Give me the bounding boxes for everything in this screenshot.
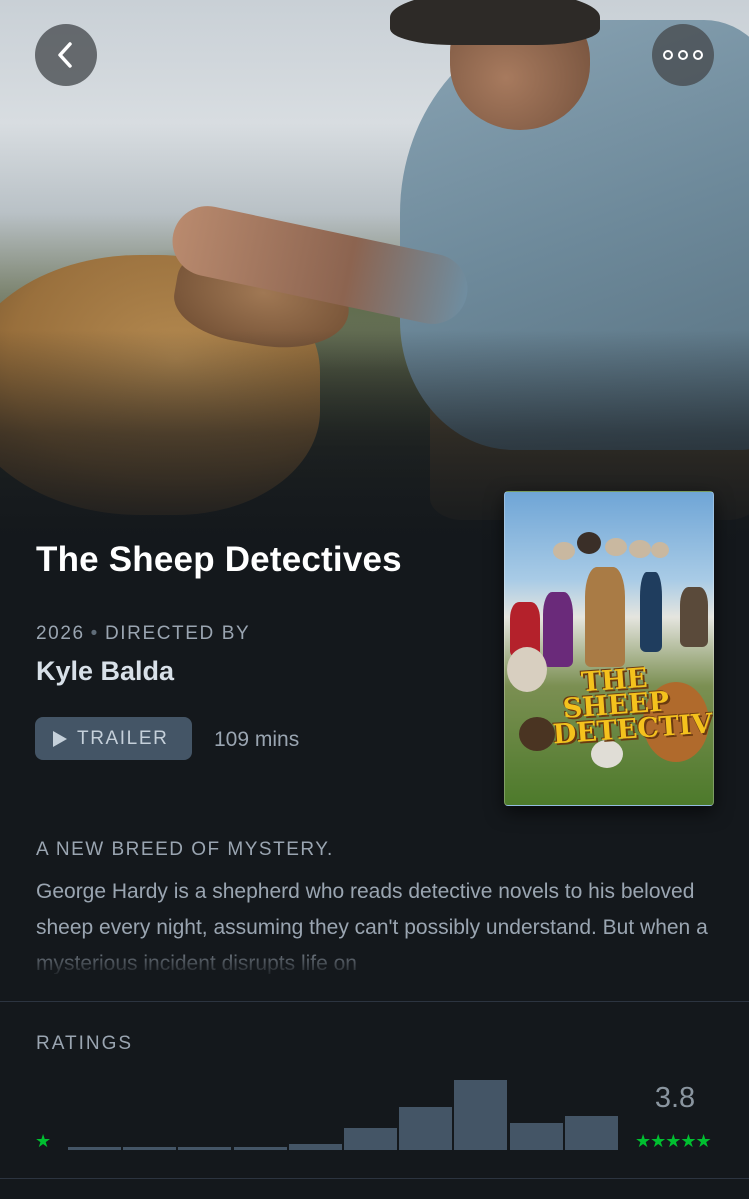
more-options-button[interactable] (652, 24, 714, 86)
film-meta: 2026 • DIRECTED BY (36, 623, 250, 645)
tagline: A NEW BREED OF MYSTERY. (36, 839, 334, 860)
histogram-bar[interactable] (344, 1127, 397, 1150)
poster-character (640, 572, 662, 652)
film-title: The Sheep Detectives (36, 540, 402, 579)
histogram-bar[interactable] (123, 1147, 177, 1150)
divider (0, 1178, 749, 1179)
histogram-bar[interactable] (233, 1146, 287, 1150)
backdrop-image (0, 0, 749, 560)
poster-character (585, 567, 625, 667)
poster-sheep (651, 542, 669, 558)
histogram-bar[interactable] (178, 1147, 232, 1150)
histogram-bar[interactable] (399, 1106, 453, 1150)
director-name[interactable]: Kyle Balda (36, 656, 174, 687)
divider (0, 1001, 749, 1002)
synopsis-fade (0, 940, 749, 980)
release-year[interactable]: 2026 (36, 623, 85, 644)
average-rating: 3.8 (654, 1082, 696, 1114)
histogram-bar[interactable] (288, 1144, 342, 1150)
separator-dot: • (90, 623, 99, 644)
trailer-button[interactable]: TRAILER (35, 717, 192, 760)
poster-character (680, 587, 708, 647)
back-button[interactable] (35, 24, 97, 86)
poster-sheep (577, 532, 601, 554)
chevron-left-icon (58, 42, 72, 68)
histogram-bar[interactable] (564, 1115, 618, 1150)
play-icon (53, 730, 67, 747)
five-stars-icon: ★★★★★ (635, 1131, 712, 1151)
histogram-bar[interactable] (68, 1147, 121, 1150)
poster-sheep (629, 540, 651, 558)
directed-by-label: DIRECTED BY (104, 623, 251, 644)
histogram-bar[interactable] (454, 1080, 508, 1150)
poster-character (543, 592, 573, 667)
histogram-bar[interactable] (509, 1122, 563, 1150)
runtime: 109 mins (214, 728, 300, 751)
poster-sheep (553, 542, 575, 560)
more-horizontal-icon (663, 50, 703, 60)
poster-title: THE SHEEP DETECTIVES (551, 662, 714, 751)
ratings-label: RATINGS (36, 1033, 134, 1054)
poster-sheep (507, 647, 547, 692)
backdrop-man-cap (390, 0, 600, 45)
film-poster[interactable]: THE SHEEP DETECTIVES (504, 491, 714, 806)
trailer-label: TRAILER (77, 727, 169, 749)
star-icon: ★ (35, 1131, 52, 1151)
poster-sheep (519, 717, 555, 751)
poster-sheep (605, 538, 627, 556)
ratings-histogram[interactable] (68, 1070, 620, 1150)
